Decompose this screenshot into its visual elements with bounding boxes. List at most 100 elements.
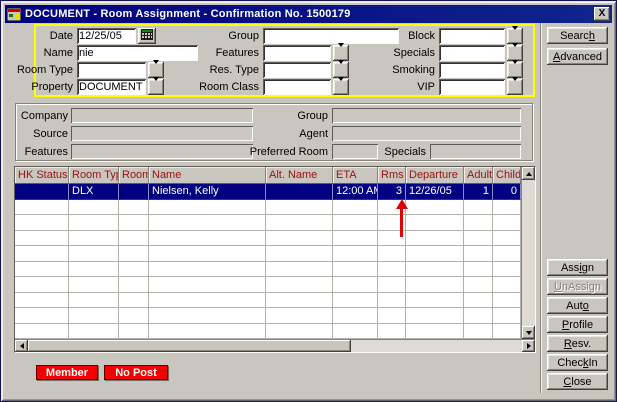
table-row-selected[interactable]: DLXNielsen, Kelly12:00 AM312/26/0510 [15, 184, 521, 200]
date-label: Date [13, 30, 73, 42]
table-cell [493, 246, 521, 262]
search-button[interactable]: Search [547, 27, 608, 44]
column-header-alt-name[interactable]: Alt. Name [266, 167, 333, 184]
table-cell [149, 200, 266, 216]
results-table: HK StatusRoom TypeRoomNameAlt. NameETARm… [14, 166, 536, 353]
vertical-scrollbar[interactable] [521, 167, 535, 339]
room-class-input[interactable] [263, 79, 331, 95]
column-header-child[interactable]: Child [493, 167, 521, 184]
table-row-empty[interactable] [15, 262, 521, 278]
down-arrow-icon [512, 30, 519, 42]
horizontal-scrollbar[interactable] [15, 339, 535, 352]
column-header-rms[interactable]: Rms [378, 167, 406, 184]
column-header-departure[interactable]: Departure [406, 167, 464, 184]
features-value [71, 144, 253, 159]
profile-button[interactable]: Profile [547, 316, 608, 333]
table-row-empty[interactable] [15, 293, 521, 309]
table-cell [406, 246, 464, 262]
vip-input[interactable] [439, 79, 505, 95]
table-row-empty[interactable] [15, 246, 521, 262]
close-button[interactable]: Close [547, 373, 608, 390]
scroll-up-button[interactable] [522, 167, 535, 180]
assign-button[interactable]: Assign [547, 259, 608, 276]
room-type-input[interactable] [77, 62, 146, 78]
column-header-adult[interactable]: Adult [464, 167, 493, 184]
table-cell [69, 246, 119, 262]
table-cell: 12:00 AM [333, 184, 378, 200]
table-row-empty[interactable] [15, 277, 521, 293]
column-header-name[interactable]: Name [149, 167, 266, 184]
table-cell [119, 308, 149, 324]
auto-button[interactable]: Auto [547, 297, 608, 314]
date-input[interactable] [77, 28, 136, 44]
scroll-left-button[interactable] [15, 340, 28, 352]
specials-lov-button[interactable] [507, 45, 523, 61]
column-header-room-type[interactable]: Room Type [69, 167, 119, 184]
table-cell [266, 324, 333, 340]
resv-button[interactable]: Resv. [547, 335, 608, 352]
vip-lov-button[interactable] [507, 79, 523, 95]
column-header-hk-status[interactable]: HK Status [15, 167, 69, 184]
features-lov-button[interactable] [333, 45, 349, 61]
preferred-room-value [332, 144, 378, 159]
specials-value [430, 144, 521, 159]
table-cell [69, 324, 119, 340]
right-arrow-icon [527, 343, 531, 349]
calendar-button[interactable] [138, 28, 156, 44]
block-lov-button[interactable] [507, 28, 523, 44]
scroll-right-button[interactable] [522, 340, 535, 352]
table-row-empty[interactable] [15, 231, 521, 247]
property-input[interactable] [77, 79, 146, 95]
table-cell [378, 324, 406, 340]
calendar-icon [141, 29, 153, 43]
down-arrow-icon [338, 64, 345, 76]
table-cell [149, 277, 266, 293]
app-icon [7, 8, 21, 21]
scroll-down-button[interactable] [522, 326, 535, 339]
table-cell [149, 293, 266, 309]
table-cell [464, 308, 493, 324]
table-cell: Nielsen, Kelly [149, 184, 266, 200]
res-type-lov-button[interactable] [333, 62, 349, 78]
smoking-input[interactable] [439, 62, 505, 78]
table-header-row: HK StatusRoom TypeRoomNameAlt. NameETARm… [15, 167, 521, 184]
block-input[interactable] [439, 28, 505, 44]
table-cell [15, 262, 69, 278]
name-input[interactable] [77, 45, 198, 61]
check-in-button[interactable]: Check In [547, 354, 608, 371]
smoking-lov-button[interactable] [507, 62, 523, 78]
table-cell [69, 200, 119, 216]
features-search-input[interactable] [263, 45, 331, 61]
table-row-empty[interactable] [15, 324, 521, 340]
column-header-eta[interactable]: ETA [333, 167, 378, 184]
table-cell [119, 200, 149, 216]
table-cell [69, 308, 119, 324]
room-type-label: Room Type [13, 64, 73, 76]
table-cell: DLX [69, 184, 119, 200]
res-type-input[interactable] [263, 62, 331, 78]
agent-label: Agent [261, 128, 328, 140]
down-arrow-icon [338, 47, 345, 59]
advanced-button[interactable]: Advanced [547, 48, 608, 65]
table-cell [406, 308, 464, 324]
room-type-lov-button[interactable] [148, 62, 164, 78]
table-cell [378, 308, 406, 324]
close-icon[interactable]: X [594, 7, 610, 21]
specials-search-input[interactable] [439, 45, 505, 61]
property-label: Property [13, 81, 73, 93]
room-class-lov-button[interactable] [333, 79, 349, 95]
table-cell [464, 246, 493, 262]
titlebar[interactable]: DOCUMENT - Room Assignment - Confirmatio… [5, 5, 612, 23]
table-cell [15, 246, 69, 262]
down-arrow-icon [526, 331, 532, 335]
horizontal-scroll-thumb[interactable] [28, 340, 351, 352]
table-cell [119, 293, 149, 309]
table-row-empty[interactable] [15, 308, 521, 324]
specials-search-label: Specials [366, 47, 435, 59]
table-row-empty[interactable] [15, 200, 521, 216]
property-lov-button[interactable] [148, 79, 164, 95]
table-cell [266, 215, 333, 231]
table-row-empty[interactable] [15, 215, 521, 231]
res-type-label: Res. Type [181, 64, 259, 76]
column-header-room[interactable]: Room [119, 167, 149, 184]
